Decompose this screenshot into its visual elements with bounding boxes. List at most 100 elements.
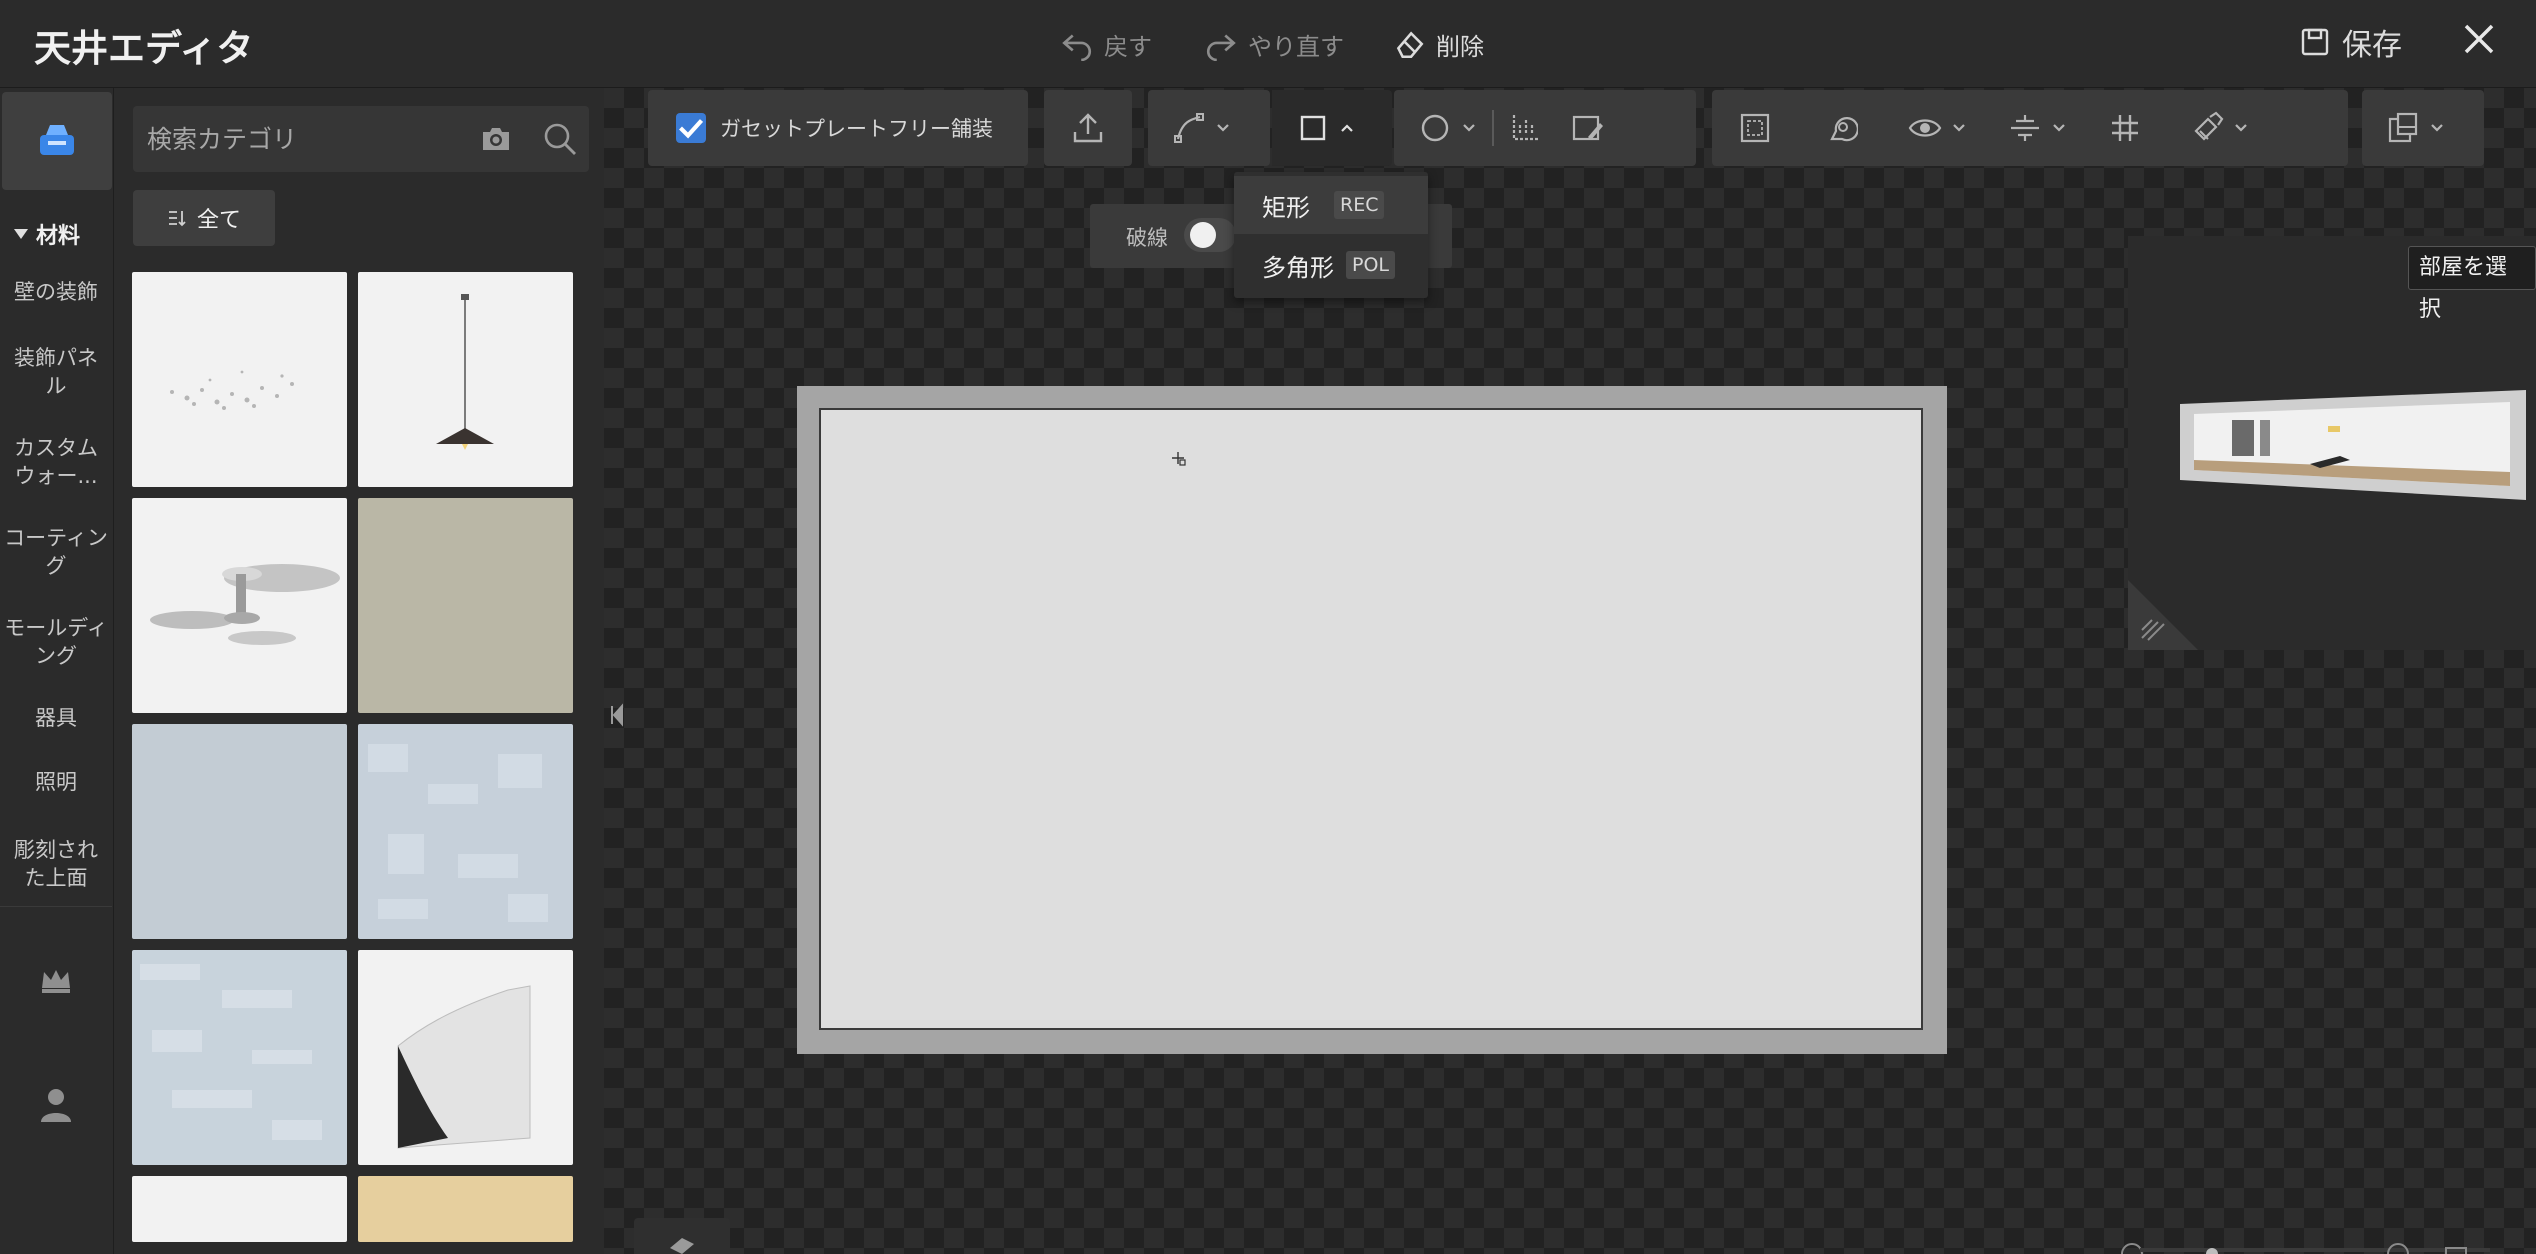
lasso-button[interactable] [1786,90,1872,166]
rectangle-icon [1300,115,1326,141]
undo-icon [1062,34,1091,61]
resize-handle-icon[interactable] [2128,580,2198,650]
dashed-line-label: 破線 [1126,226,1168,250]
save-icon [2301,28,2329,56]
view-tool-group [1712,90,2348,166]
materials-heading-label: 材料 [36,224,81,249]
rectangle-tool-group [1272,90,1392,166]
rail-item-wall-decoration[interactable]: 壁の装飾 [4,278,108,306]
collapse-panel-icon[interactable] [604,690,628,740]
material-panel: 全て [114,88,700,1254]
materials-heading[interactable]: 材料 [14,218,80,250]
paint-button[interactable] [2156,90,2264,166]
shape-dropdown-menu: 矩形 REC 多角形 POL [1234,172,1428,298]
blue-texture-image [140,964,322,1140]
redo-icon [1207,34,1236,61]
expand-triangle-icon [14,229,28,239]
save-button[interactable]: 保存 [2300,18,2402,66]
rail-item-carved-top[interactable]: 彫刻された上面 [4,836,108,892]
filter-all-button[interactable]: 全て [133,190,275,246]
material-thumb-blue-texture[interactable] [132,950,347,1165]
camera-icon[interactable] [479,122,513,156]
material-thumb-white[interactable] [132,1176,347,1242]
menu-item-polygon-label: 多角形 [1262,253,1334,282]
rail-item-coating[interactable]: コーティング [4,524,108,580]
rail-item-lighting[interactable]: 照明 [4,768,108,796]
align-center-icon [2011,115,2039,141]
select-area-button[interactable] [1712,90,1786,166]
gusset-paving-label: ガセットプレートフリー舗装 [720,117,993,141]
search-input[interactable] [147,106,437,172]
circle-tool-button[interactable] [1394,90,1492,166]
edit-area-icon [1572,115,1603,141]
menu-item-rectangle[interactable]: 矩形 REC [1234,176,1428,234]
select-room-button[interactable]: 部屋を選択 [2408,246,2536,322]
height-tool-button[interactable] [1494,90,1556,166]
circle-icon [1421,114,1449,142]
filter-all-label: 全て [196,208,241,233]
grid-button[interactable] [2082,90,2156,166]
rail-item-molding[interactable]: モールディング [4,614,108,670]
material-thumb-wood[interactable] [358,1176,573,1242]
visibility-button[interactable] [1872,90,1982,166]
undo-button[interactable]: 戻す [1060,22,1152,66]
rail-item-fixtures[interactable]: 器具 [4,704,108,732]
zoom-controls[interactable] [2080,1226,2520,1254]
material-thumb-cove-molding[interactable] [358,950,573,1165]
chevron-down-icon [1463,124,1475,132]
user-icon[interactable] [36,1084,76,1124]
chevron-down-icon [2431,124,2443,132]
rail-item-custom-wall[interactable]: カスタムウォー... [4,434,108,490]
view-2d-3d-button[interactable] [634,1218,730,1254]
upload-icon[interactable] [1070,110,1106,146]
grid-hash-icon [2112,115,2138,141]
menu-item-rectangle-label: 矩形 [1262,193,1310,222]
app-header: 天井エディタ 戻す やり直す 削除 保存 [0,0,2536,88]
copy-layout-icon [2388,112,2418,143]
app-title: 天井エディタ [34,27,254,70]
cove-molding-image [397,985,531,1149]
pen-path-icon [1174,113,1204,143]
path-tool-button[interactable] [1148,90,1246,166]
eraser-icon [1396,31,1424,59]
align-button[interactable] [1982,90,2082,166]
materials-tab[interactable] [2,92,112,190]
menu-item-polygon[interactable]: 多角形 POL [1234,236,1428,294]
crown-icon[interactable] [36,960,76,1000]
edit-area-button[interactable] [1556,90,1618,166]
search-box [133,106,589,172]
eye-icon [1908,119,1942,137]
height-grid-icon [1512,115,1538,141]
room-3d-thumbnail[interactable] [2180,390,2526,500]
save-label: 保存 [2342,28,2402,63]
material-thumb-blue-pattern[interactable] [358,724,573,939]
material-thumb-blue-grey-plain[interactable] [132,724,347,939]
lasso-icon [1830,117,1858,142]
material-thumb-crystal-chandelier[interactable] [132,272,347,487]
chevron-down-icon [2235,124,2247,132]
room-wall-outline[interactable] [797,386,1947,1054]
shortcut-badge-pol: POL [1346,251,1395,279]
crosshair-cursor-icon [1172,452,1186,466]
chevron-down-icon [2053,124,2065,132]
copy-layout-button[interactable] [2362,90,2460,166]
rail-divider [0,906,112,907]
gusset-paving-checkbox[interactable]: ガセットプレートフリー舗装 [648,90,1007,166]
delete-label: 削除 [1436,32,1484,61]
search-icon[interactable] [541,120,579,158]
close-icon[interactable] [2458,18,2500,60]
material-thumb-ceiling-fan[interactable] [132,498,347,713]
redo-button[interactable]: やり直す [1204,22,1344,66]
undo-label: 戻す [1104,32,1152,61]
ceiling-area[interactable] [819,408,1923,1030]
delete-button[interactable]: 削除 [1392,22,1484,66]
material-thumb-pendant-lamp[interactable] [358,272,573,487]
rail-item-decorative-panel[interactable]: 装飾パネル [4,344,108,400]
chandelier-image [170,370,294,410]
dashed-line-toggle[interactable] [1184,218,1236,252]
sort-icon [168,211,186,227]
paving-option-group: ガセットプレートフリー舗装 [648,90,1028,166]
material-thumb-beige-plain[interactable] [358,498,573,713]
shortcut-badge-rec: REC [1334,191,1385,219]
rectangle-tool-button[interactable] [1272,90,1370,166]
